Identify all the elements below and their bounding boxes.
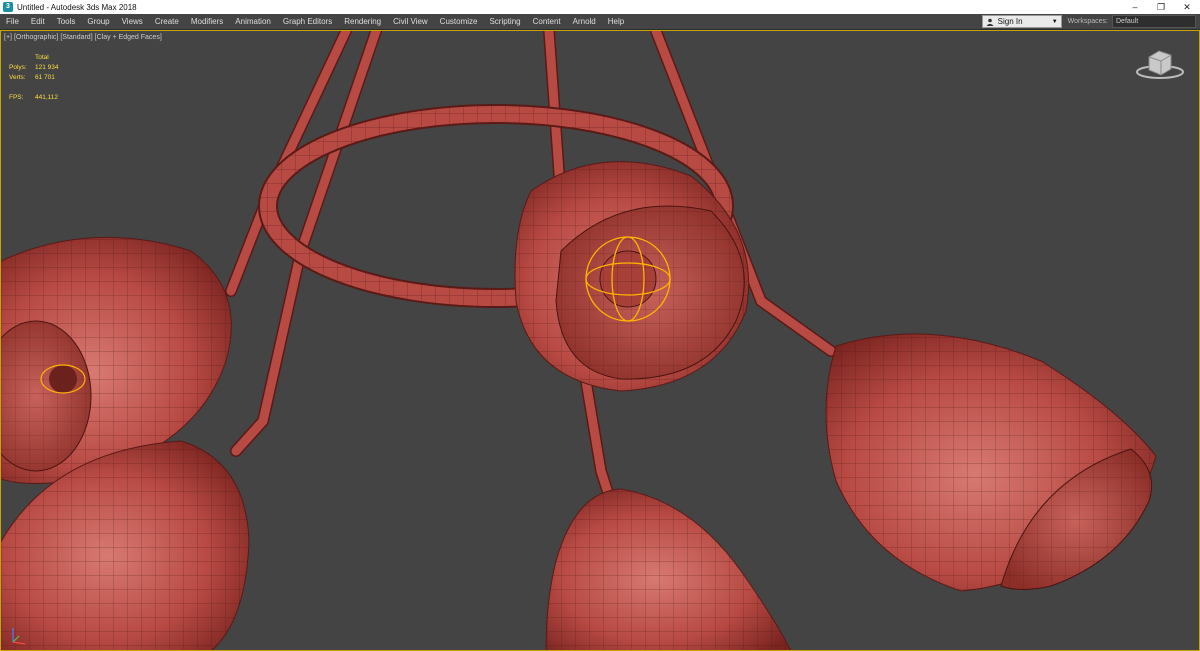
title-bar: 3 Untitled - Autodesk 3ds Max 2018 – ❐ ✕ [0,0,1200,14]
menu-animation[interactable]: Animation [229,14,277,29]
menu-graph-editors[interactable]: Graph Editors [277,14,338,29]
fps-value: 441,112 [35,94,59,101]
menu-scripting[interactable]: Scripting [483,14,526,29]
viewport-view-label[interactable]: [Orthographic] [14,34,58,41]
menu-customize[interactable]: Customize [434,14,484,29]
minimize-button[interactable]: – [1122,0,1148,14]
polys-value: 121 934 [35,64,59,71]
sign-in-dropdown[interactable]: Sign In ▼ [981,15,1062,28]
verts-label: Verts: [9,74,26,81]
viewcube-icon[interactable] [1135,45,1185,81]
menu-content[interactable]: Content [527,14,567,29]
close-button[interactable]: ✕ [1174,0,1200,14]
menu-modifiers[interactable]: Modifiers [185,14,229,29]
viewport-menu-label[interactable]: [+] [4,34,12,41]
lamp-shade-bottom-center [545,488,792,650]
menu-file[interactable]: File [0,14,25,29]
sign-in-label: Sign In [997,17,1023,26]
menu-help[interactable]: Help [602,14,630,29]
user-icon [986,18,994,26]
workspaces-label: Workspaces: [1067,18,1108,25]
scene-statistics: Total Polys: 121 934 Verts: 61 701 FPS: 441… [9,53,59,103]
viewport-shading-standard-label[interactable]: [Standard] [60,34,92,41]
perspective-viewport[interactable]: [+] [Orthographic] [Standard] [Clay + Ed… [0,30,1200,651]
menu-edit[interactable]: Edit [25,14,51,29]
menu-tools[interactable]: Tools [51,14,82,29]
menu-rendering[interactable]: Rendering [338,14,387,29]
axis-tripod-icon [12,628,26,645]
stats-header: Total [35,54,49,61]
window-title: Untitled - Autodesk 3ds Max 2018 [17,2,137,12]
workspace-select[interactable]: Default [1112,15,1196,28]
viewport-shading-mode-label[interactable]: [Clay + Edged Faces] [95,34,162,41]
lamp-shade-left-upper [1,236,232,484]
viewport-label[interactable]: [+] [Orthographic] [Standard] [Clay + Ed… [4,34,162,41]
app-icon: 3 [3,2,13,12]
fps-label: FPS: [9,94,24,101]
verts-value: 61 701 [35,74,55,81]
menu-arnold[interactable]: Arnold [567,14,602,29]
menu-views[interactable]: Views [116,14,149,29]
chandelier-model[interactable] [1,31,1199,650]
polys-label: Polys: [9,64,27,71]
restore-button[interactable]: ❐ [1148,0,1174,14]
lamp-shade-right [825,333,1157,592]
menu-bar: File Edit Tools Group Views Create Modif… [0,14,1200,30]
menu-group[interactable]: Group [81,14,115,29]
chevron-down-icon: ▼ [1051,18,1058,25]
menu-create[interactable]: Create [149,14,185,29]
menu-civil-view[interactable]: Civil View [387,14,434,29]
